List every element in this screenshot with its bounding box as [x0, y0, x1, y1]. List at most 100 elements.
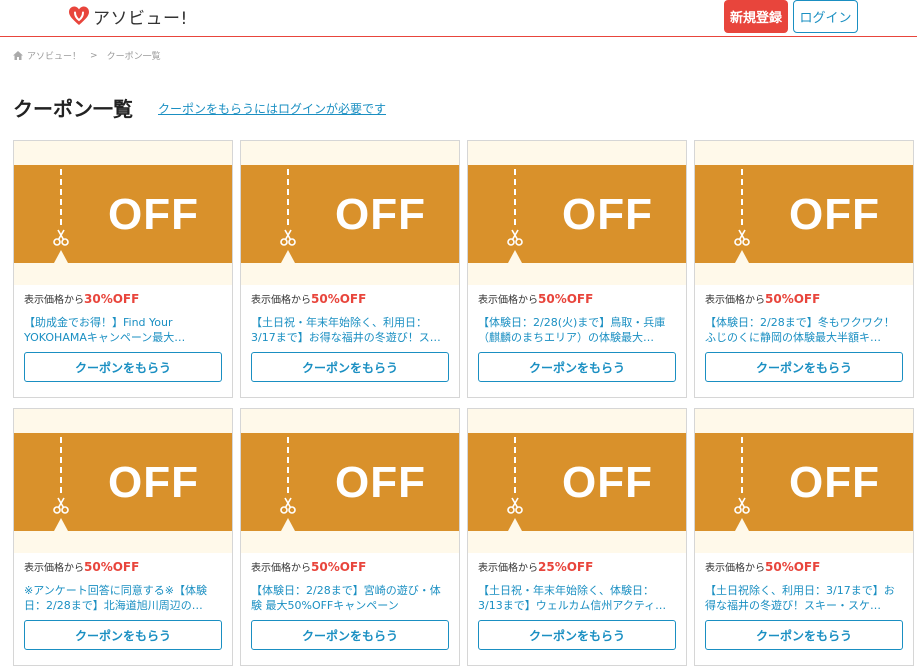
coupon-description-link[interactable]: 【助成金でお得！】Find Your YOKOHAMAキャンペーン最大… — [24, 315, 224, 345]
discount-rate: 50%OFF — [765, 560, 821, 574]
home-icon — [13, 51, 23, 60]
coupon-ticket-image: OFF — [468, 141, 686, 285]
site-logo[interactable]: アソビュー! — [68, 4, 188, 29]
login-button[interactable]: ログイン — [793, 0, 858, 33]
scissors-icon — [734, 497, 750, 514]
cut-line — [287, 169, 289, 225]
coupon-notch — [54, 250, 68, 263]
breadcrumb: アソビュー！ > クーポン一覧 — [13, 49, 161, 62]
discount-rate: 30%OFF — [84, 292, 140, 306]
get-coupon-button[interactable]: クーポンをもらう — [251, 352, 449, 382]
price-prefix: 表示価格から — [478, 563, 538, 574]
coupon-card: OFF 表示価格から50%OFF ※アンケート回答に同意する※【体験日：2/28… — [13, 408, 233, 666]
coupon-description-link[interactable]: 【体験日：2/28まで】冬もワクワク！ふじのくに静岡の体験最大半額キ… — [705, 315, 905, 345]
coupon-ticket-image: OFF — [241, 141, 459, 285]
discount-rate: 50%OFF — [311, 560, 367, 574]
coupon-card: OFF 表示価格から25%OFF 【土日祝・年末年始除く、体験日：3/13まで】… — [467, 408, 687, 666]
discount-text: 表示価格から30%OFF — [24, 291, 139, 306]
price-prefix: 表示価格から — [705, 563, 765, 574]
login-required-link[interactable]: クーポンをもらうにはログインが必要です — [158, 100, 386, 117]
scissors-icon — [507, 497, 523, 514]
discount-text: 表示価格から25%OFF — [478, 559, 593, 574]
off-label: OFF — [108, 190, 199, 239]
coupon-card: OFF 表示価格から50%OFF 【土日祝除く、利用日：3/17まで】お得な福井… — [694, 408, 914, 666]
heart-logo-icon — [69, 6, 89, 25]
scissors-icon — [734, 229, 750, 246]
price-prefix: 表示価格から — [251, 563, 311, 574]
coupon-ticket-image: OFF — [14, 409, 232, 553]
off-label: OFF — [108, 458, 199, 507]
coupon-notch — [54, 518, 68, 531]
get-coupon-button[interactable]: クーポンをもらう — [478, 352, 676, 382]
discount-text: 表示価格から50%OFF — [478, 291, 593, 306]
coupon-ticket-image: OFF — [14, 141, 232, 285]
breadcrumb-separator: > — [90, 50, 98, 61]
get-coupon-button[interactable]: クーポンをもらう — [24, 620, 222, 650]
discount-text: 表示価格から50%OFF — [24, 559, 139, 574]
get-coupon-button[interactable]: クーポンをもらう — [251, 620, 449, 650]
coupon-notch — [508, 518, 522, 531]
coupon-notch — [735, 250, 749, 263]
logo-text: アソビュー! — [93, 8, 188, 29]
coupon-card: OFF 表示価格から50%OFF 【体験日：2/28まで】宮崎の遊び・体験 最大… — [240, 408, 460, 666]
coupon-ticket-image: OFF — [695, 409, 913, 553]
off-label: OFF — [335, 458, 426, 507]
off-label: OFF — [789, 458, 880, 507]
coupon-notch — [281, 250, 295, 263]
discount-rate: 50%OFF — [538, 292, 594, 306]
coupon-notch — [281, 518, 295, 531]
off-label: OFF — [789, 190, 880, 239]
coupon-description-link[interactable]: ※アンケート回答に同意する※【体験日：2/28まで】北海道旭川周辺の… — [24, 583, 224, 613]
coupon-notch — [508, 250, 522, 263]
coupon-card: OFF 表示価格から50%OFF 【体験日：2/28(火)まで】鳥取・兵庫（麒麟… — [467, 140, 687, 398]
price-prefix: 表示価格から — [251, 295, 311, 306]
price-prefix: 表示価格から — [24, 563, 84, 574]
scissors-icon — [507, 229, 523, 246]
breadcrumb-home-link[interactable]: アソビュー！ — [27, 49, 81, 62]
get-coupon-button[interactable]: クーポンをもらう — [705, 620, 903, 650]
get-coupon-button[interactable]: クーポンをもらう — [705, 352, 903, 382]
price-prefix: 表示価格から — [705, 295, 765, 306]
cut-line — [287, 437, 289, 493]
cut-line — [514, 169, 516, 225]
discount-text: 表示価格から50%OFF — [705, 559, 820, 574]
off-label: OFF — [335, 190, 426, 239]
get-coupon-button[interactable]: クーポンをもらう — [24, 352, 222, 382]
coupon-card: OFF 表示価格から50%OFF 【土日祝・年末年始除く、利用日：3/17まで】… — [240, 140, 460, 398]
page-title: クーポン一覧 — [13, 97, 133, 121]
scissors-icon — [280, 497, 296, 514]
discount-rate: 50%OFF — [765, 292, 821, 306]
coupon-description-link[interactable]: 【体験日：2/28(火)まで】鳥取・兵庫（麒麟のまちエリア）の体験最大… — [478, 315, 678, 345]
cut-line — [60, 437, 62, 493]
coupon-description-link[interactable]: 【土日祝除く、利用日：3/17まで】お得な福井の冬遊び！スキー・スケ… — [705, 583, 905, 613]
cut-line — [514, 437, 516, 493]
coupon-ticket-image: OFF — [468, 409, 686, 553]
scissors-icon — [53, 497, 69, 514]
discount-text: 表示価格から50%OFF — [705, 291, 820, 306]
breadcrumb-current: クーポン一覧 — [106, 52, 161, 62]
coupon-notch — [735, 518, 749, 531]
off-label: OFF — [562, 458, 653, 507]
coupon-description-link[interactable]: 【土日祝・年末年始除く、利用日：3/17まで】お得な福井の冬遊び！ス… — [251, 315, 451, 345]
coupon-ticket-image: OFF — [695, 141, 913, 285]
get-coupon-button[interactable]: クーポンをもらう — [478, 620, 676, 650]
price-prefix: 表示価格から — [24, 295, 84, 306]
discount-rate: 50%OFF — [84, 560, 140, 574]
price-prefix: 表示価格から — [478, 295, 538, 306]
cut-line — [60, 169, 62, 225]
coupon-ticket-image: OFF — [241, 409, 459, 553]
cut-line — [741, 437, 743, 493]
scissors-icon — [53, 229, 69, 246]
coupon-card: OFF 表示価格から30%OFF 【助成金でお得！】Find Your YOKO… — [13, 140, 233, 398]
coupon-card: OFF 表示価格から50%OFF 【体験日：2/28まで】冬もワクワク！ふじのく… — [694, 140, 914, 398]
coupon-grid: OFF 表示価格から30%OFF 【助成金でお得！】Find Your YOKO… — [13, 140, 914, 666]
register-button[interactable]: 新規登録 — [724, 0, 788, 33]
cut-line — [741, 169, 743, 225]
coupon-description-link[interactable]: 【土日祝・年末年始除く、体験日：3/13まで】ウェルカム信州アクティ… — [478, 583, 678, 613]
coupon-description-link[interactable]: 【体験日：2/28まで】宮崎の遊び・体験 最大50%OFFキャンペーン — [251, 583, 451, 613]
discount-text: 表示価格から50%OFF — [251, 559, 366, 574]
discount-text: 表示価格から50%OFF — [251, 291, 366, 306]
scissors-icon — [280, 229, 296, 246]
discount-rate: 50%OFF — [311, 292, 367, 306]
off-label: OFF — [562, 190, 653, 239]
